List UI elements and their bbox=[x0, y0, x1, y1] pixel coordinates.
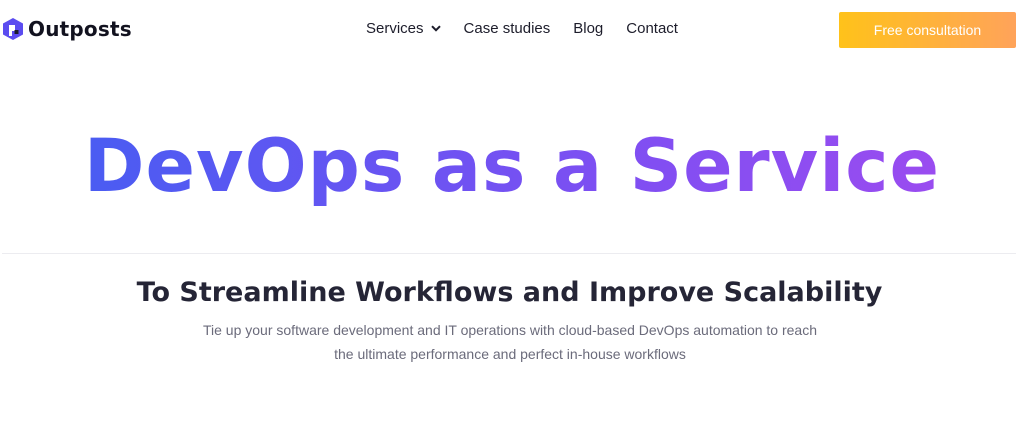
nav-item-blog-label: Blog bbox=[573, 20, 604, 37]
chevron-down-icon bbox=[430, 25, 441, 32]
divider bbox=[2, 253, 1016, 254]
nav-item-case-studies-label: Case studies bbox=[463, 20, 551, 37]
logo-text: Outposts bbox=[28, 17, 132, 41]
hero-title-text: DevOps as a Service bbox=[83, 124, 941, 209]
free-consultation-button[interactable]: Free consultation bbox=[839, 12, 1016, 48]
nav-item-contact-label: Contact bbox=[626, 20, 678, 37]
hero-title: DevOps as a Service bbox=[0, 122, 1024, 212]
main-nav: Services Case studies Blog Contact bbox=[366, 20, 678, 37]
logo-link[interactable]: Outposts bbox=[2, 17, 132, 41]
nav-item-services-label: Services bbox=[366, 20, 424, 37]
outposts-logo-icon bbox=[3, 18, 23, 40]
nav-item-blog[interactable]: Blog bbox=[573, 20, 603, 37]
hero-description: Tie up your software development and IT … bbox=[202, 322, 817, 362]
page: Outposts Services Case studies Blog Cont… bbox=[0, 0, 1024, 431]
nav-item-contact[interactable]: Contact bbox=[626, 20, 678, 37]
nav-item-case-studies[interactable]: Case studies bbox=[464, 20, 551, 37]
hero-subtitle: To Streamline Workflows and Improve Scal… bbox=[136, 277, 883, 308]
site-header: Outposts Services Case studies Blog Cont… bbox=[0, 0, 1024, 60]
nav-item-services[interactable]: Services bbox=[366, 20, 441, 37]
